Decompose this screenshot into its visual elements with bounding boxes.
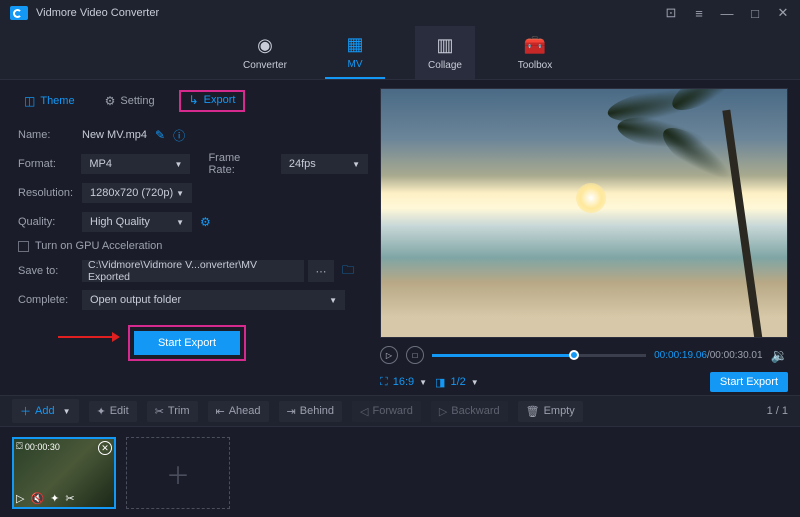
ahead-button[interactable]: ⇤Ahead — [208, 401, 269, 422]
aspect-select[interactable]: ⛶ 16:9 ▼ — [380, 376, 427, 389]
trim-button[interactable]: ✂Trim — [147, 401, 198, 422]
scissors-icon[interactable]: ✂ — [65, 492, 74, 505]
play-button[interactable]: ▷ — [380, 346, 398, 364]
quality-label: Quality: — [18, 216, 82, 228]
start-export-button[interactable]: Start Export — [134, 331, 240, 355]
clip-duration: ⛋00:00:30 — [16, 441, 60, 452]
chevron-down-icon: ▼ — [471, 378, 479, 387]
plus-icon: ＋ — [20, 403, 31, 419]
info-icon[interactable]: ⓘ — [173, 127, 185, 144]
gpu-label: Turn on GPU Acceleration — [35, 240, 162, 252]
toolbox-icon: 🧰 — [524, 35, 546, 56]
resolution-select[interactable]: 1280x720 (720p)▼ — [82, 183, 192, 203]
tab-export[interactable]: ↳ Export — [179, 90, 246, 112]
chevron-down-icon: ▼ — [176, 218, 184, 227]
mute-icon[interactable]: 🔇 — [30, 492, 44, 505]
behind-icon: ⇥ — [287, 405, 296, 418]
volume-icon[interactable]: 🔉 — [771, 347, 788, 364]
chevron-down-icon: ▼ — [419, 378, 427, 387]
nav-mv[interactable]: ▦ MV — [325, 26, 385, 79]
chevron-down-icon: ▼ — [176, 189, 184, 198]
empty-button[interactable]: 🗑Empty — [518, 401, 583, 422]
chevron-down-icon: ▼ — [63, 407, 71, 416]
complete-label: Complete: — [18, 294, 82, 306]
fraction-select[interactable]: ◨ 1/2 ▼ — [435, 376, 479, 389]
name-value: New MV.mp4 — [82, 129, 147, 141]
converter-icon: ◉ — [257, 35, 273, 56]
film-icon: ⛋ — [16, 441, 23, 452]
complete-select[interactable]: Open output folder▼ — [82, 290, 345, 310]
theme-icon: ◫ — [24, 94, 35, 108]
play-icon[interactable]: ▷ — [16, 492, 24, 505]
mv-icon: ▦ — [346, 34, 363, 55]
feedback-icon[interactable]: ⊡ — [664, 5, 678, 21]
tab-theme[interactable]: ◫ Theme — [18, 91, 81, 111]
resolution-label: Resolution: — [18, 187, 82, 199]
clip-thumbnail[interactable]: ⛋00:00:30 ✕ ▷ 🔇 ✦ ✂ — [12, 437, 116, 509]
forward-button[interactable]: ◁Forward — [352, 401, 421, 422]
chevron-down-icon: ▼ — [175, 160, 183, 169]
open-folder-icon[interactable]: 🗀 — [342, 261, 354, 282]
stop-button[interactable]: □ — [406, 346, 424, 364]
saveto-label: Save to: — [18, 265, 82, 277]
saveto-path[interactable]: C:\Vidmore\Vidmore V...onverter\MV Expor… — [82, 260, 304, 282]
star-icon[interactable]: ✦ — [50, 492, 59, 505]
remove-clip-button[interactable]: ✕ — [98, 441, 112, 455]
gpu-checkbox[interactable] — [18, 241, 29, 252]
quality-settings-icon[interactable]: ⚙ — [200, 215, 211, 229]
time-display: 00:00:19.06/00:00:30.01 — [654, 350, 762, 361]
minimize-icon[interactable]: — — [720, 6, 734, 21]
split-icon: ◨ — [435, 376, 445, 389]
maximize-icon[interactable]: □ — [748, 6, 762, 21]
nav-collage[interactable]: ▥ Collage — [415, 26, 475, 79]
trash-icon: 🗑 — [526, 405, 540, 418]
progress-bar[interactable] — [432, 354, 646, 357]
nav-converter[interactable]: ◉ Converter — [235, 26, 295, 79]
gear-icon: ⚙ — [105, 94, 116, 108]
format-select[interactable]: MP4▼ — [81, 154, 190, 174]
browse-button[interactable]: ⋯ — [308, 260, 334, 282]
backward-button[interactable]: ▷Backward — [431, 401, 508, 422]
format-label: Format: — [18, 158, 81, 170]
forward-icon: ◁ — [360, 405, 368, 418]
edit-button[interactable]: ✦Edit — [89, 401, 137, 422]
chevron-down-icon: ▼ — [329, 296, 337, 305]
framerate-label: Frame Rate: — [208, 152, 268, 176]
aspect-icon: ⛶ — [380, 376, 388, 389]
chevron-down-icon: ▼ — [352, 160, 360, 169]
close-icon[interactable]: ✕ — [776, 5, 790, 21]
app-logo — [10, 6, 28, 20]
scissors-icon: ✂ — [155, 405, 164, 418]
framerate-select[interactable]: 24fps▼ — [281, 154, 368, 174]
annotation-arrow — [58, 336, 118, 338]
nav-toolbox[interactable]: 🧰 Toolbox — [505, 26, 565, 79]
add-button[interactable]: ＋Add▼ — [12, 399, 79, 423]
backward-icon: ▷ — [439, 405, 447, 418]
app-title: Vidmore Video Converter — [36, 7, 159, 19]
ahead-icon: ⇤ — [216, 405, 225, 418]
name-label: Name: — [18, 129, 82, 141]
wand-icon: ✦ — [97, 405, 106, 418]
tab-setting[interactable]: ⚙ Setting — [99, 91, 161, 111]
quality-select[interactable]: High Quality▼ — [82, 212, 192, 232]
menu-icon[interactable]: ≡ — [692, 6, 706, 21]
collage-icon: ▥ — [436, 35, 453, 56]
edit-name-icon[interactable]: ✎ — [155, 128, 165, 142]
start-export-right-button[interactable]: Start Export — [710, 372, 788, 392]
video-preview[interactable] — [380, 88, 788, 338]
progress-thumb[interactable] — [569, 350, 579, 360]
start-export-highlight: Start Export — [128, 325, 246, 361]
export-icon: ↳ — [189, 93, 199, 107]
behind-button[interactable]: ⇥Behind — [279, 401, 342, 422]
add-clip-button[interactable]: ＋ — [126, 437, 230, 509]
page-indicator: 1 / 1 — [767, 405, 788, 417]
